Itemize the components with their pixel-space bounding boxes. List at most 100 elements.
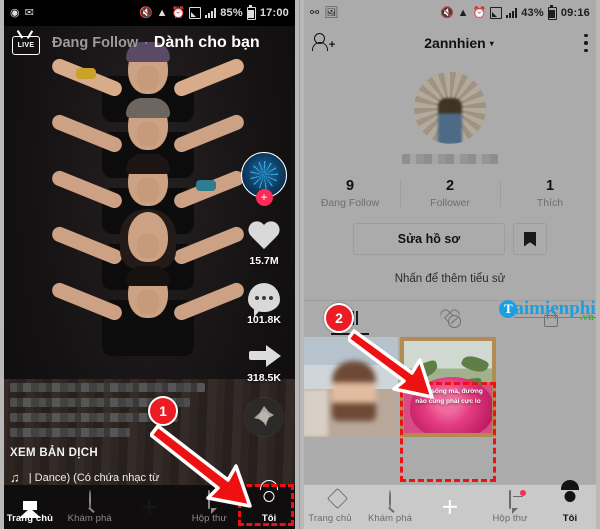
tab-separator: · [144, 37, 148, 49]
inbox-icon [208, 489, 211, 509]
watermark: T aimienphi .vn [499, 299, 596, 323]
grid-icon [341, 311, 359, 325]
tab-liked[interactable] [400, 301, 500, 335]
nav-discover-label: Khám phá [67, 512, 112, 524]
nav-inbox[interactable]: Hộp thư [480, 489, 540, 524]
alarm-icon: ⏰ [171, 6, 186, 19]
comment-icon [248, 283, 280, 317]
signal-icon [189, 7, 202, 19]
profile-header: + 2annhien ▾ [300, 26, 600, 60]
nav-profile-label: Tôi [562, 512, 578, 524]
active-tab-underline [331, 332, 369, 335]
stat-likes[interactable]: 1 Thích [500, 178, 600, 209]
messenger-icon: ◉ [10, 6, 20, 19]
alarm-icon: ⏰ [472, 6, 487, 19]
battery-percent: 43% [521, 7, 544, 19]
music-disc[interactable] [245, 398, 283, 436]
action-rail: + 15.7M 101.8K 318.5K [237, 152, 291, 436]
music-title: | Dance) (Có chứa nhạc từ [28, 471, 160, 484]
tab-posts[interactable] [300, 301, 400, 335]
right-phone-tiktok-profile: ⚯ 🖼 🔇 ▲ ⏰ 43% 09:16 + 2annhien ▾ 9 Đang … [300, 0, 600, 529]
profile-stats: 9 Đang Follow 2 Follower 1 Thích [300, 178, 600, 209]
home-icon [18, 490, 41, 518]
video-thumbnail-person[interactable] [302, 337, 398, 437]
nav-discover-label: Khám phá [367, 512, 413, 524]
highlight-box-video-thumbnail [400, 382, 496, 482]
bookmark-icon [524, 231, 536, 247]
like-count: 15.7M [249, 255, 279, 267]
battery-icon [246, 4, 256, 20]
clock: 09:16 [560, 7, 590, 19]
feed-header-tabs: LIVE Đang Follow · Dành cho bạn [0, 26, 299, 60]
inbox-icon [509, 489, 511, 509]
nav-inbox-label: Hộp thư [191, 512, 227, 524]
contacts-icon: ⚯ [310, 6, 320, 19]
caption-blurred-line [10, 398, 190, 407]
add-friend-icon[interactable]: + [312, 33, 335, 53]
signal-icon [205, 8, 217, 18]
profile-username-button[interactable]: 2annhien ▾ [334, 35, 584, 51]
nav-discover[interactable]: Khám phá [60, 489, 120, 524]
author-avatar-button[interactable]: + [237, 152, 291, 206]
video-subjects [49, 42, 247, 356]
translate-link[interactable]: XEM BẢN DỊCH [10, 447, 210, 459]
share-button[interactable]: 318.5K [237, 342, 291, 384]
highlight-box-profile-tab [238, 484, 294, 526]
left-phone-tiktok-feed: ◉ ✉ 🔇 ▲ ⏰ 85% 17:00 LIVE Đang Follow · D… [0, 0, 300, 529]
comment-count: 101.8K [247, 314, 281, 326]
caption-blurred-line [10, 428, 130, 437]
nav-profile[interactable]: Tôi [540, 479, 600, 524]
live-icon[interactable]: LIVE [12, 30, 40, 55]
video-caption: XEM BẢN DỊCH ♫ | Dance) (Có chứa nhạc từ [10, 383, 210, 485]
nav-inbox[interactable]: Hộp thư [179, 489, 239, 524]
signal-icon [506, 8, 518, 18]
music-row[interactable]: ♫ | Dance) (Có chứa nhạc từ [10, 470, 210, 485]
tab-following[interactable]: Đang Follow [52, 35, 138, 51]
right-status-bar: ⚯ 🖼 🔇 ▲ ⏰ 43% 09:16 [300, 0, 600, 26]
stat-followers-label: Follower [430, 197, 470, 209]
liked-hidden-icon [440, 310, 461, 328]
more-options-icon[interactable] [584, 34, 588, 52]
unread-badge [519, 489, 526, 496]
battery-icon [547, 4, 557, 20]
nav-discover[interactable]: Khám phá [360, 489, 420, 524]
profile-actions: Sửa hồ sơ [300, 223, 600, 255]
gallery-icon: 🖼 [324, 6, 339, 19]
watermark-tld: .vn [579, 311, 594, 323]
follow-plus-button[interactable]: + [255, 189, 273, 206]
tab-for-you[interactable]: Dành cho bạn [154, 34, 260, 52]
bio-placeholder[interactable]: Nhấn để thêm tiểu sử [300, 273, 600, 285]
music-note-icon: ♫ [10, 470, 20, 485]
stat-followers-count: 2 [445, 178, 455, 194]
stat-following[interactable]: 9 Đang Follow [300, 178, 400, 209]
edit-profile-button[interactable]: Sửa hồ sơ [353, 223, 505, 255]
bookmark-button[interactable] [513, 223, 547, 255]
profile-username: 2annhien [424, 35, 486, 51]
mute-icon: 🔇 [439, 6, 454, 19]
profile-avatar[interactable] [414, 72, 486, 144]
profile-handle-blurred [402, 154, 498, 164]
heart-icon [247, 222, 281, 253]
stat-likes-count: 1 [545, 178, 555, 194]
wifi-icon: ▲ [156, 6, 168, 19]
nav-home[interactable]: Trang chủ [0, 490, 60, 524]
battery-percent: 85% [220, 7, 243, 19]
video-feed: LIVE Đang Follow · Dành cho bạn + 15.7M … [0, 26, 299, 529]
left-status-bar: ◉ ✉ 🔇 ▲ ⏰ 85% 17:00 [0, 0, 299, 26]
like-button[interactable]: 15.7M [237, 222, 291, 267]
nav-home[interactable]: Trang chủ [300, 491, 360, 524]
stat-following-label: Đang Follow [320, 197, 380, 209]
signal-icon [490, 7, 503, 19]
comment-button[interactable]: 101.8K [237, 283, 291, 326]
stat-following-count: 9 [345, 178, 355, 194]
mute-icon: 🔇 [138, 6, 153, 19]
search-icon [389, 489, 391, 509]
stat-followers[interactable]: 2 Follower [400, 178, 500, 209]
share-icon [247, 342, 281, 370]
add-friend-plus: + [328, 39, 335, 51]
screenshot-stage: ◉ ✉ 🔇 ▲ ⏰ 85% 17:00 LIVE Đang Follow · D… [0, 0, 600, 529]
nav-inbox-label: Hộp thư [492, 512, 528, 524]
clock: 17:00 [259, 7, 289, 19]
caption-blurred-line [10, 383, 205, 392]
nav-home-label: Trang chủ [308, 512, 352, 524]
